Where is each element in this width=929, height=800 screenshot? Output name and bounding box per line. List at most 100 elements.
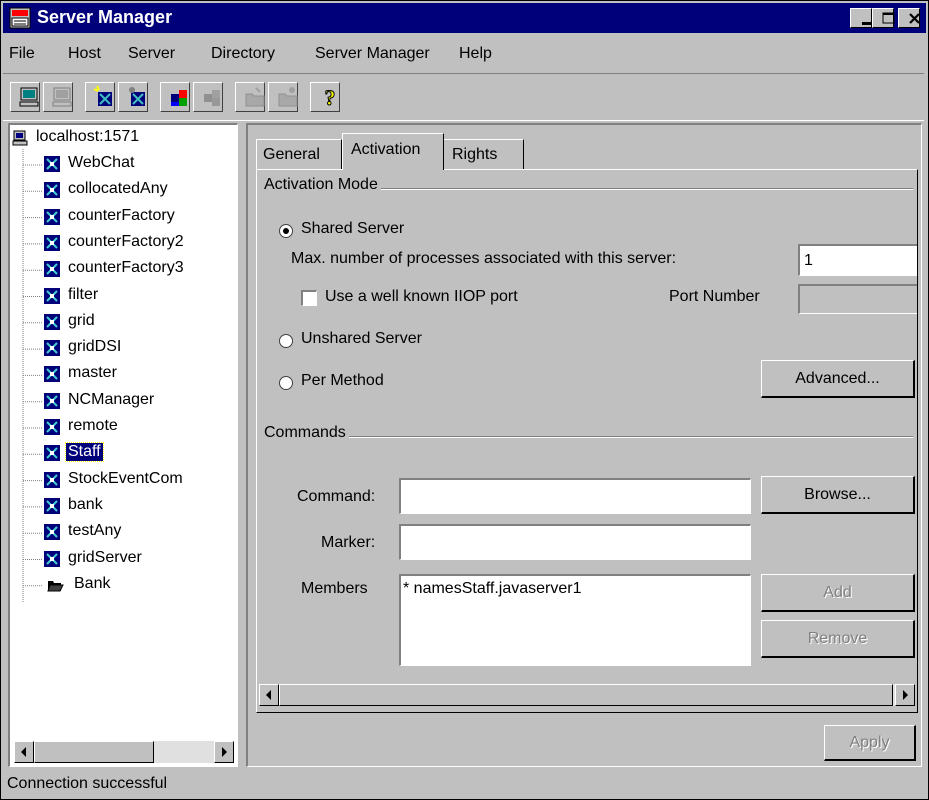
port-number-input[interactable] xyxy=(798,284,917,314)
toolbar-add-host-button[interactable] xyxy=(10,82,40,112)
server-icon xyxy=(44,208,60,225)
menu-directory[interactable]: Directory xyxy=(211,45,275,63)
toolbar-server-properties-button[interactable] xyxy=(118,82,148,112)
close-button[interactable] xyxy=(898,8,920,28)
tree-scroll-left-button[interactable] xyxy=(14,741,34,763)
tree-root-label: localhost:1571 xyxy=(36,128,140,145)
maximize-icon xyxy=(882,12,895,24)
open-folder-icon xyxy=(47,580,64,592)
arrow-left-icon xyxy=(21,747,26,757)
unshared-server-label: Unshared Server xyxy=(301,330,422,347)
tree-item-label: StockEventCom xyxy=(68,469,183,487)
toolbar-new-server-button[interactable] xyxy=(85,82,115,112)
list-item[interactable]: * namesStaff.javaserver1 xyxy=(403,580,581,598)
server-icon xyxy=(44,471,60,488)
close-icon xyxy=(909,13,920,24)
iiop-port-checkbox[interactable] xyxy=(301,290,317,306)
content-horizontal-scrollbar[interactable] xyxy=(259,684,915,706)
commands-group-highlight xyxy=(261,437,913,438)
tree-item-label: counterFactory xyxy=(68,206,175,224)
toolbar-help-button[interactable]: ? xyxy=(310,82,340,112)
status-bar: Connection successful xyxy=(3,771,924,797)
arrow-left-icon xyxy=(266,690,271,700)
svg-text:?: ? xyxy=(325,85,336,110)
unshared-server-radio[interactable] xyxy=(279,334,293,348)
activation-tab-content: Activation Mode Shared Server Max. numbe… xyxy=(256,169,918,713)
tree-horizontal-scrollbar[interactable] xyxy=(14,741,234,763)
server-tree[interactable]: localhost:1571 WebChat collocatedAny count… xyxy=(8,123,238,767)
tab-rights[interactable]: Rights xyxy=(444,139,524,169)
tree-scroll-right-button[interactable] xyxy=(214,741,234,763)
tree-scroll-thumb[interactable] xyxy=(34,741,154,763)
folder-disabled-icon xyxy=(245,87,265,107)
content-scroll-right-button[interactable] xyxy=(895,684,915,706)
max-processes-label: Max. number of processes associated with… xyxy=(291,250,677,267)
title-bar[interactable]: Server Manager xyxy=(3,3,926,33)
tab-general-label: General xyxy=(263,146,320,163)
server-icon xyxy=(44,156,60,172)
arrow-right-icon xyxy=(903,690,908,700)
content-scroll-thumb[interactable] xyxy=(279,684,893,706)
tree-item-label: remote xyxy=(68,417,118,434)
server-manager-app-icon xyxy=(9,7,31,34)
menu-host[interactable]: Host xyxy=(68,45,101,63)
tree-item-label: testAny xyxy=(68,522,122,540)
remove-member-button[interactable]: Remove xyxy=(761,620,915,658)
tree-item-label: gridServer xyxy=(68,548,142,566)
tab-activation-label: Activation xyxy=(351,141,421,158)
toolbar-directory-button[interactable] xyxy=(160,82,190,112)
computer-disabled-icon xyxy=(52,87,72,107)
advanced-button[interactable]: Advanced... xyxy=(761,360,915,398)
server-icon xyxy=(44,524,60,541)
server-icon xyxy=(44,261,60,278)
toolbar-directory-disabled-button[interactable] xyxy=(193,82,223,112)
server-properties-panel: General Activation Rights Activation Mod… xyxy=(246,123,922,767)
command-label: Command: xyxy=(297,488,376,505)
browse-button[interactable]: Browse... xyxy=(761,476,915,514)
minimize-button[interactable] xyxy=(850,8,872,28)
server-icon xyxy=(44,287,60,304)
computer-icon xyxy=(19,87,39,107)
marker-label: Marker: xyxy=(321,534,376,551)
tab-general[interactable]: General xyxy=(256,139,342,169)
content-scroll-left-button[interactable] xyxy=(259,684,279,706)
status-text: Connection successful xyxy=(7,775,168,792)
command-input[interactable] xyxy=(399,478,751,514)
directory-icon xyxy=(171,90,187,106)
new-server-icon xyxy=(93,85,112,106)
tab-activation[interactable]: Activation xyxy=(342,133,444,170)
apply-button[interactable]: Apply xyxy=(824,725,916,761)
server-properties-icon xyxy=(129,87,145,106)
maximize-button[interactable] xyxy=(872,8,895,28)
commands-group-label: Commands xyxy=(261,424,349,442)
shared-server-radio[interactable] xyxy=(279,224,293,238)
server-icon xyxy=(44,550,60,567)
toolbar-remove-host-button[interactable] xyxy=(43,82,73,112)
toolbar-folder-properties-button[interactable] xyxy=(268,82,298,112)
per-method-radio[interactable] xyxy=(279,376,293,390)
add-member-button[interactable]: Add xyxy=(761,574,915,612)
server-icon xyxy=(44,497,60,514)
tree-item-label: bank xyxy=(68,495,103,513)
menu-file[interactable]: File xyxy=(9,45,35,63)
server-icon xyxy=(44,445,60,462)
members-list[interactable]: * namesStaff.javaserver1 xyxy=(399,574,751,666)
help-question-icon: ? xyxy=(324,85,336,111)
tree-item-label: master xyxy=(68,364,117,382)
menu-server-manager[interactable]: Server Manager xyxy=(315,45,430,63)
menu-server[interactable]: Server xyxy=(128,45,175,63)
port-number-label: Port Number xyxy=(669,288,760,305)
server-icon xyxy=(44,234,60,251)
max-processes-input[interactable] xyxy=(798,244,917,276)
marker-input[interactable] xyxy=(399,524,751,560)
menu-help[interactable]: Help xyxy=(459,45,492,63)
tree-item-label: filter xyxy=(68,285,99,303)
tree-item-label: gridDSI xyxy=(68,338,122,356)
arrow-right-icon xyxy=(222,747,227,757)
tree-item-label: grid xyxy=(68,311,95,329)
server-icon xyxy=(44,313,60,330)
toolbar-open-folder-button[interactable] xyxy=(235,82,265,112)
server-icon xyxy=(44,366,60,383)
folder-properties-disabled-icon xyxy=(278,87,298,107)
per-method-label: Per Method xyxy=(301,372,384,389)
